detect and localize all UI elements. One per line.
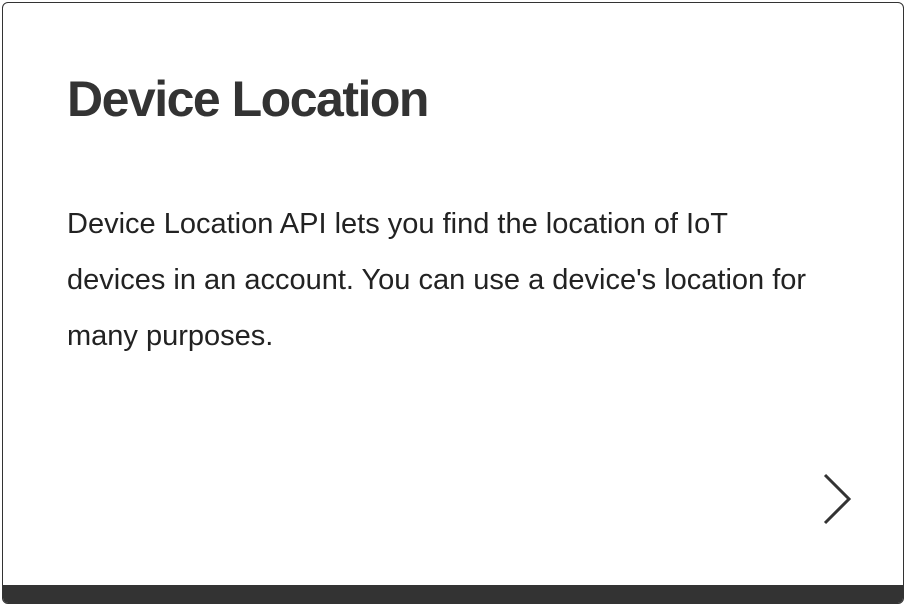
chevron-right-icon-svg [823,473,852,525]
chevron-right-icon[interactable] [813,469,857,527]
card-bottom-bar [3,585,903,603]
card-description: Device Location API lets you find the lo… [67,208,807,352]
card-title: Device Location [67,71,429,127]
device-location-card[interactable]: Device Location Device Location API lets… [2,2,904,604]
